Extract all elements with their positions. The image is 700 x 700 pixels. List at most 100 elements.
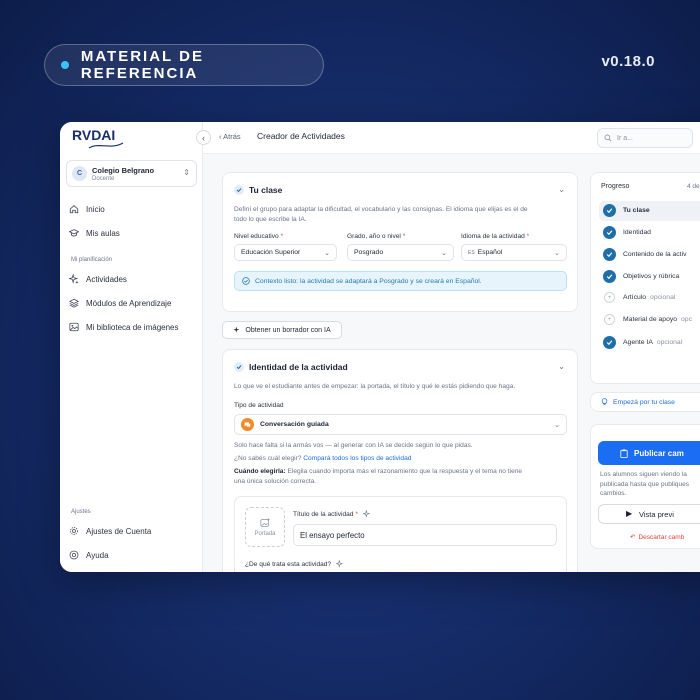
section-label-planning: Mi planificación <box>71 257 113 263</box>
type-hint: Solo hace falta si la armás vos — al gen… <box>234 442 473 449</box>
language-select[interactable]: ES Español ⌄ <box>461 244 567 261</box>
graduation-cap-icon <box>69 229 79 237</box>
grade-label-text: Grado, año o nivel <box>347 233 401 240</box>
search-input[interactable]: Ir a... <box>597 128 693 148</box>
search-icon <box>604 134 612 142</box>
level-label-text: Nivel educativo <box>234 233 279 240</box>
chevron-down-icon: ⌄ <box>441 250 447 257</box>
language-value: Español <box>477 249 503 256</box>
layers-icon <box>69 298 79 308</box>
step-label: Agente IA <box>623 339 653 346</box>
step-label: Artículo <box>623 294 647 301</box>
sidebar-item-biblioteca[interactable]: Mi biblioteca de imágenes <box>69 322 179 332</box>
status-dot <box>61 61 69 69</box>
sidebar-item-label: Mis aulas <box>86 228 120 238</box>
sidebar-item-label: Actividades <box>86 274 127 284</box>
sidebar-item-modulos[interactable]: Módulos de Aprendizaje <box>69 298 171 308</box>
class-card-title: Tu clase <box>249 185 283 195</box>
preview-button[interactable]: ▶ Vista previ <box>598 504 700 524</box>
org-name: Colegio Belgrano <box>92 165 155 175</box>
ai-draft-button[interactable]: Obtener un borrador con IA <box>222 321 342 339</box>
language-flag: ES <box>468 249 475 256</box>
sidebar-item-ayuda[interactable]: Ayuda <box>69 550 109 560</box>
step-tu-clase[interactable]: Tu clase <box>603 204 650 217</box>
required-mark: * <box>402 233 406 240</box>
sparkles-icon[interactable] <box>362 510 371 518</box>
class-card-header[interactable]: Tu clase <box>234 185 282 195</box>
step-contenido[interactable]: Contenido de la activ <box>603 248 686 261</box>
back-link[interactable]: ‹ Atrás <box>219 132 241 141</box>
identity-card: Identidad de la actividad ⌄ Lo que ve el… <box>222 349 578 572</box>
back-label: Atrás <box>223 132 241 141</box>
about-field-label: ¿De qué trata esta actividad? <box>245 560 344 568</box>
class-card: Tu clase ⌄ Definí el grupo para adaptar … <box>222 172 578 312</box>
undo-icon: ↶ <box>630 534 636 541</box>
discard-changes-link[interactable]: ↶ Descartar camb <box>630 533 684 541</box>
progress-counter: 4 de <box>687 183 700 190</box>
identity-card-header[interactable]: Identidad de la actividad <box>234 362 348 372</box>
sidebar-item-label: Ayuda <box>86 550 109 560</box>
grade-select[interactable]: Posgrado ⌄ <box>347 244 454 261</box>
search-placeholder: Ir a... <box>617 134 633 142</box>
start-with-class-link[interactable]: Empezá por tu clase <box>590 392 700 412</box>
plus-icon: + <box>604 314 615 325</box>
lightbulb-icon <box>601 398 608 405</box>
sidebar-item-mis-aulas[interactable]: Mis aulas <box>69 228 120 238</box>
level-select[interactable]: Educación Superior ⌄ <box>234 244 337 261</box>
grade-label: Grado, año o nivel * <box>347 233 405 240</box>
image-icon <box>69 322 79 332</box>
chevron-updown-icon: ⇕ <box>183 168 190 177</box>
publish-button[interactable]: Publicar cam <box>598 441 700 465</box>
org-role: Docente <box>92 175 115 182</box>
check-icon <box>603 248 616 261</box>
step-material[interactable]: + Material de apoyo opc <box>603 314 692 325</box>
step-objetivos[interactable]: Objetivos y rúbrica <box>603 270 679 283</box>
compare-row: ¿No sabés cuál elegir? Compará todos los… <box>234 454 411 464</box>
cover-upload[interactable]: Portada <box>245 507 285 547</box>
section-label-settings: Ajustes <box>71 509 91 515</box>
type-label: Tipo de actividad <box>234 402 284 409</box>
sidebar-item-label: Módulos de Aprendizaje <box>86 298 172 308</box>
organization-switcher[interactable]: C Colegio Belgrano Docente ⇕ <box>66 160 197 187</box>
start-link-label: Empezá por tu clase <box>613 398 675 406</box>
sidebar-item-inicio[interactable]: Inicio <box>69 204 105 214</box>
top-bar: ‹ Atrás Creador de Actividades Ir a... <box>203 122 700 154</box>
about-field-label-text: ¿De qué trata esta actividad? <box>245 560 332 568</box>
sidebar: RVDAI C Colegio Belgrano Docente ⇕ Inici… <box>60 122 203 572</box>
version-label: v0.18.0 <box>601 53 655 70</box>
activity-title-input[interactable]: El ensayo perfecto <box>293 524 557 546</box>
step-label: Contenido de la activ <box>623 251 687 258</box>
title-field-label: Título de la actividad * <box>293 510 371 518</box>
app-window: RVDAI C Colegio Belgrano Docente ⇕ Inici… <box>60 122 700 572</box>
check-icon <box>603 336 616 349</box>
home-icon <box>69 205 79 214</box>
optional-tag: opc <box>681 316 692 323</box>
check-icon <box>603 226 616 239</box>
step-agente-ia[interactable]: Agente IA opcional <box>603 336 682 349</box>
step-articulo[interactable]: + Artículo opcional <box>603 292 675 303</box>
step-identidad[interactable]: Identidad <box>603 226 651 239</box>
step-label: Material de apoyo <box>623 316 678 323</box>
preview-label: Vista previ <box>639 509 674 519</box>
level-value: Educación Superior <box>241 249 301 256</box>
chevron-down-icon[interactable]: ⌄ <box>558 185 565 194</box>
when-label: Cuándo elegirla: <box>234 468 286 475</box>
sidebar-item-label: Ajustes de Cuenta <box>86 526 152 536</box>
activity-type-value: Conversación guiada <box>260 421 329 428</box>
sidebar-item-actividades[interactable]: Actividades <box>69 274 127 284</box>
org-avatar: C <box>72 166 87 181</box>
step-label: Tu clase <box>623 207 650 214</box>
required-mark: * <box>526 233 530 240</box>
sidebar-item-ajustes[interactable]: Ajustes de Cuenta <box>69 526 151 536</box>
progress-card: Progreso 4 de Tu clase Identidad Conteni… <box>590 172 700 384</box>
clipboard-icon <box>620 449 628 458</box>
check-icon <box>603 204 616 217</box>
collapse-sidebar-button[interactable]: ‹ <box>196 130 211 145</box>
when-text: una única solución correcta. <box>234 478 317 485</box>
plus-icon: + <box>604 292 615 303</box>
chevron-down-icon[interactable]: ⌄ <box>558 362 565 371</box>
context-alert: Contexto listo: la actividad se adaptará… <box>234 271 567 291</box>
compare-types-link[interactable]: Compará todos los tipos de actividad <box>303 455 411 462</box>
sparkles-icon[interactable] <box>336 560 344 568</box>
activity-type-select[interactable]: Conversación guiada ⌄ <box>234 414 567 435</box>
